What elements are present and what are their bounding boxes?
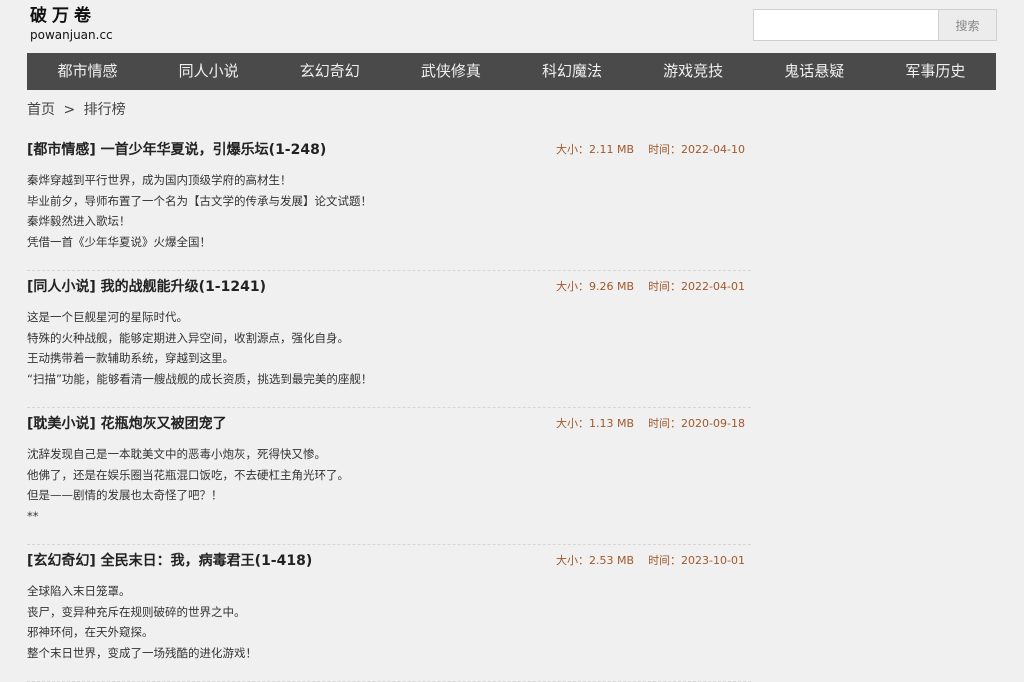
book-size: 大小：9.26 MB xyxy=(556,280,635,293)
search-input[interactable] xyxy=(753,9,938,41)
book-item: [同人小说] 我的战舰能升级(1-1241) 大小：9.26 MB 时间：2022… xyxy=(27,271,751,408)
book-item: [玄幻奇幻] 全民末日：我，病毒君王(1-418) 大小：2.53 MB 时间：2… xyxy=(27,545,751,682)
book-time: 时间：2022-04-01 xyxy=(648,280,745,293)
book-size: 大小：1.13 MB xyxy=(556,417,635,430)
site-header: 破万卷 powanjuan.cc 搜索 xyxy=(0,0,1024,52)
nav-item-mystery[interactable]: 鬼话悬疑 xyxy=(754,53,875,90)
description-line: 凭借一首《少年华夏说》火爆全国！ xyxy=(27,234,211,249)
description-line: 丧尸，变异种充斥在规则破碎的世界之中。 xyxy=(27,604,246,619)
description-line: 邪神环伺，在天外窥探。 xyxy=(27,625,154,639)
book-description: 这是一个巨舰星河的星际时代。 特殊的火种战舰，能够定期进入异空间，收割源点，强化… xyxy=(27,307,372,389)
breadcrumb: 首页 > 排行榜 xyxy=(27,100,130,120)
book-item: [都市情感] 一首少年华夏说，引爆乐坛(1-248) 大小：2.11 MB 时间：… xyxy=(27,134,751,271)
description-line: 秦烨穿越到平行世界，成为国内顶级学府的高材生！ xyxy=(27,173,292,187)
nav-item-wuxia[interactable]: 武侠修真 xyxy=(390,53,511,90)
description-line: 沈辞发现自己是一本耽美文中的恶毒小炮灰，死得快又惨。 xyxy=(27,447,326,461)
category-nav: 都市情感 同人小说 玄幻奇幻 武侠修真 科幻魔法 游戏竞技 鬼话悬疑 军事历史 xyxy=(27,53,996,90)
book-description: 秦烨穿越到平行世界，成为国内顶级学府的高材生！ 毕业前夕，导师布置了一个名为【古… xyxy=(27,170,372,252)
book-title-link[interactable]: [同人小说] 我的战舰能升级(1-1241) xyxy=(27,277,266,297)
logo-title: 破万卷 xyxy=(30,6,96,26)
description-line: 但是——剧情的发展也太奇怪了吧？！ xyxy=(27,488,223,502)
description-line: “扫描”功能，能够看清一艘战舰的成长资质，挑选到最完美的座舰！ xyxy=(27,371,373,386)
nav-item-fantasy[interactable]: 玄幻奇幻 xyxy=(269,53,390,90)
search-bar: 搜索 xyxy=(753,9,997,41)
ranking-list: [都市情感] 一首少年华夏说，引爆乐坛(1-248) 大小：2.11 MB 时间：… xyxy=(27,134,751,682)
book-title-link[interactable]: [都市情感] 一首少年华夏说，引爆乐坛(1-248) xyxy=(27,140,326,160)
logo-domain: powanjuan.cc xyxy=(30,28,113,42)
nav-item-gaming[interactable]: 游戏竞技 xyxy=(633,53,754,90)
book-item: [耽美小说] 花瓶炮灰又被团宠了 大小：1.13 MB 时间：2020-09-18… xyxy=(27,408,751,545)
book-title-link[interactable]: [耽美小说] 花瓶炮灰又被团宠了 xyxy=(27,414,227,434)
description-line: 特殊的火种战舰，能够定期进入异空间，收割源点，强化自身。 xyxy=(27,330,349,345)
nav-item-military[interactable]: 军事历史 xyxy=(875,53,996,90)
book-meta: 大小：2.11 MB 时间：2022-04-10 xyxy=(556,142,745,158)
nav-item-fanfiction[interactable]: 同人小说 xyxy=(148,53,269,90)
breadcrumb-separator: > xyxy=(63,102,76,118)
site-logo[interactable]: 破万卷 powanjuan.cc xyxy=(30,6,130,46)
book-meta: 大小：1.13 MB 时间：2020-09-18 xyxy=(556,416,745,432)
description-line: 他佛了，还是在娱乐圈当花瓶混口饭吃，不去硬杠主角光环了。 xyxy=(27,467,349,482)
book-description: 全球陷入末日笼罩。 丧尸，变异种充斥在规则破碎的世界之中。 邪神环伺，在天外窥探… xyxy=(27,581,257,663)
description-line: 整个末日世界，变成了一场残酷的进化游戏！ xyxy=(27,645,257,660)
description-line: 王动携带着一款辅助系统，穿越到这里。 xyxy=(27,351,234,365)
book-size: 大小：2.53 MB xyxy=(556,554,635,567)
description-line: 毕业前夕，导师布置了一个名为【古文学的传承与发展】论文试题！ xyxy=(27,193,372,208)
book-meta: 大小：9.26 MB 时间：2022-04-01 xyxy=(556,279,745,295)
book-meta: 大小：2.53 MB 时间：2023-10-01 xyxy=(556,553,745,569)
book-size: 大小：2.11 MB xyxy=(556,143,635,156)
book-title-link[interactable]: [玄幻奇幻] 全民末日：我，病毒君王(1-418) xyxy=(27,551,312,571)
description-line: 秦烨毅然进入歌坛！ xyxy=(27,214,131,228)
book-description: 沈辞发现自己是一本耽美文中的恶毒小炮灰，死得快又惨。 他佛了，还是在娱乐圈当花瓶… xyxy=(27,444,349,526)
search-button[interactable]: 搜索 xyxy=(938,9,997,41)
description-line: 全球陷入末日笼罩。 xyxy=(27,584,131,598)
nav-item-urban[interactable]: 都市情感 xyxy=(27,53,148,90)
description-line: 这是一个巨舰星河的星际时代。 xyxy=(27,310,188,324)
description-line: ** xyxy=(27,508,39,523)
book-time: 时间：2020-09-18 xyxy=(648,417,745,430)
book-time: 时间：2022-04-10 xyxy=(648,143,745,156)
nav-item-scifi[interactable]: 科幻魔法 xyxy=(512,53,633,90)
breadcrumb-current: 排行榜 xyxy=(83,102,126,118)
book-time: 时间：2023-10-01 xyxy=(648,554,745,567)
breadcrumb-home-link[interactable]: 首页 xyxy=(27,102,55,118)
